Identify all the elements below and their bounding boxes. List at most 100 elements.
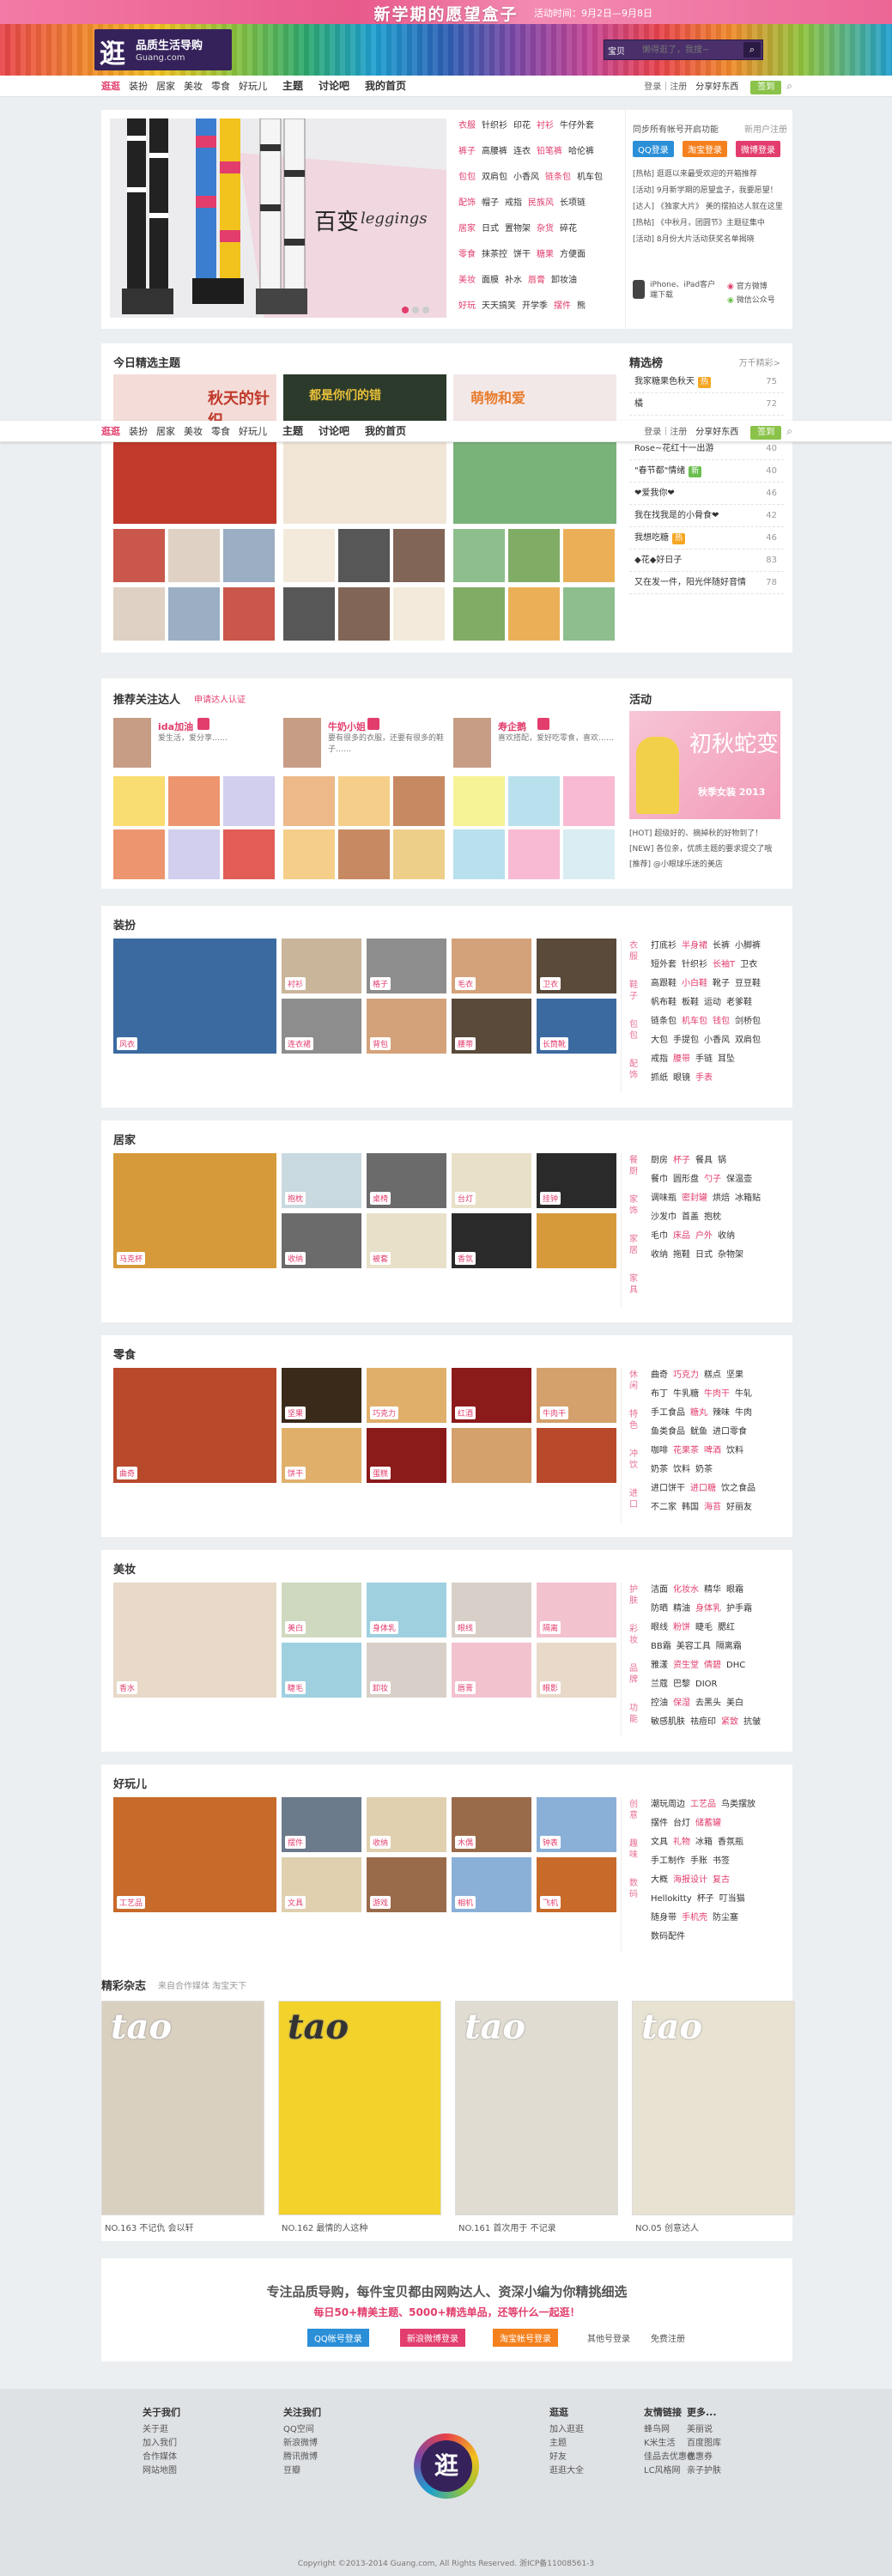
category-word-link[interactable]: Hellokitty bbox=[651, 1890, 692, 1909]
product-thumb[interactable]: 睫毛 bbox=[282, 1643, 361, 1698]
topic-thumb[interactable] bbox=[338, 529, 390, 582]
hero-cat-link[interactable]: 民族风 bbox=[528, 194, 554, 213]
category-word-link[interactable]: 收纳 bbox=[651, 1246, 668, 1265]
category-word-link[interactable]: 数码配件 bbox=[651, 1928, 685, 1947]
category-word-link[interactable]: 戒指 bbox=[651, 1050, 668, 1069]
footer-link[interactable]: 网站地图 bbox=[143, 2464, 180, 2478]
category-word-link[interactable]: DHC bbox=[726, 1656, 745, 1675]
category-word-link[interactable]: 护手霜 bbox=[726, 1600, 752, 1619]
hero-cat-link[interactable]: 方便面 bbox=[560, 246, 586, 264]
product-thumb[interactable]: 挂钟 bbox=[537, 1153, 616, 1208]
news-item[interactable]: [活动] 9月新学期的愿望盒子，我要愿望！ bbox=[633, 183, 787, 199]
talent-item-thumb[interactable] bbox=[453, 776, 505, 826]
category-word-link[interactable]: 美白 bbox=[726, 1694, 743, 1713]
product-thumb[interactable]: 相机 bbox=[452, 1857, 531, 1912]
category-word-link[interactable]: 腮红 bbox=[718, 1619, 735, 1637]
nav-big-0[interactable]: 主题 bbox=[282, 421, 303, 442]
product-thumb[interactable]: 文具 bbox=[282, 1857, 361, 1912]
magazine-cover[interactable]: tao bbox=[632, 2001, 795, 2215]
category-word-link[interactable]: 精油 bbox=[673, 1600, 690, 1619]
hero-cat-link[interactable]: 双肩包 bbox=[482, 168, 507, 187]
hero-cat-link[interactable]: 高腰裤 bbox=[482, 143, 507, 161]
category-word-link[interactable]: 礼物 bbox=[673, 1833, 690, 1852]
category-word-link[interactable]: 拖鞋 bbox=[673, 1246, 690, 1265]
category-word-link[interactable]: 布丁 bbox=[651, 1385, 668, 1404]
category-word-link[interactable]: 进口糖 bbox=[690, 1479, 716, 1498]
product-thumb[interactable]: 台灯 bbox=[452, 1153, 531, 1208]
category-word-link[interactable]: 手工食品 bbox=[651, 1404, 685, 1423]
category-word-link[interactable]: 美容工具 bbox=[677, 1637, 711, 1656]
category-word-link[interactable]: 倩碧 bbox=[704, 1656, 721, 1675]
footer-link[interactable]: 百度图库 bbox=[687, 2437, 721, 2451]
talent-item-thumb[interactable] bbox=[283, 829, 335, 879]
talent-name[interactable]: 牛奶小姐 bbox=[328, 720, 366, 733]
topic-thumb[interactable] bbox=[338, 587, 390, 641]
category-word-link[interactable]: 沙发巾 bbox=[651, 1208, 677, 1227]
hero-cat-link[interactable]: 好玩 bbox=[458, 297, 476, 316]
category-word-link[interactable]: 精华 bbox=[704, 1581, 721, 1600]
category-word-link[interactable]: 长裤 bbox=[713, 937, 730, 956]
talent-item-thumb[interactable] bbox=[113, 829, 165, 879]
activity-banner[interactable]: 初秋蛇变 秋季女装 2013 bbox=[629, 711, 780, 819]
hero-cat-link[interactable]: 开学季 bbox=[522, 297, 548, 316]
free-register-link[interactable]: 免费注册 bbox=[651, 2331, 685, 2344]
category-word-link[interactable]: 奶茶 bbox=[651, 1461, 668, 1479]
hero-cat-link[interactable]: 日式 bbox=[482, 220, 499, 239]
product-thumb[interactable]: 桌椅 bbox=[367, 1153, 446, 1208]
product-thumb[interactable]: 木偶 bbox=[452, 1797, 531, 1852]
category-word-link[interactable]: 首盖 bbox=[682, 1208, 699, 1227]
category-word-link[interactable]: 小白鞋 bbox=[682, 975, 707, 993]
category-word-link[interactable]: 牛肉干 bbox=[704, 1385, 730, 1404]
category-word-link[interactable]: 长袖T bbox=[713, 956, 735, 975]
hero-cat-link[interactable]: 印花 bbox=[513, 117, 531, 136]
product-thumb[interactable]: 眼线 bbox=[452, 1583, 531, 1637]
category-word-link[interactable]: 曲奇 bbox=[651, 1366, 668, 1385]
category-word-link[interactable]: 针织衫 bbox=[682, 956, 707, 975]
topic-thumb[interactable] bbox=[563, 529, 615, 582]
category-word-link[interactable]: DIOR bbox=[695, 1675, 717, 1694]
category-word-link[interactable]: 咖啡 bbox=[651, 1442, 668, 1461]
talent-item-thumb[interactable] bbox=[113, 776, 165, 826]
nav-item-0[interactable]: 逛逛 bbox=[101, 76, 120, 97]
category-word-link[interactable]: 紧致 bbox=[721, 1713, 738, 1732]
category-word-link[interactable]: 板鞋 bbox=[682, 993, 699, 1012]
category-word-link[interactable]: 收纳 bbox=[718, 1227, 735, 1246]
category-word-link[interactable]: 保温壶 bbox=[726, 1170, 752, 1189]
product-thumb[interactable] bbox=[537, 1213, 616, 1268]
category-word-link[interactable]: 卫衣 bbox=[740, 956, 757, 975]
category-word-link[interactable]: 豆豆鞋 bbox=[735, 975, 761, 993]
category-word-link[interactable]: 巴黎 bbox=[673, 1675, 690, 1694]
weibo-login-button[interactable]: 微博登录 bbox=[736, 141, 780, 157]
category-word-link[interactable]: 手链 bbox=[695, 1050, 713, 1069]
category-word-link[interactable]: 耳坠 bbox=[718, 1050, 735, 1069]
hero-cat-link[interactable]: 饼干 bbox=[513, 246, 531, 264]
category-word-link[interactable]: 老爹鞋 bbox=[726, 993, 752, 1012]
category-word-link[interactable]: 床品 bbox=[673, 1227, 690, 1246]
category-word-link[interactable]: 牛肉 bbox=[735, 1404, 752, 1423]
category-word-link[interactable]: 手机壳 bbox=[682, 1909, 707, 1928]
hero-cat-link[interactable]: 唇膏 bbox=[528, 271, 545, 290]
topic-thumb[interactable] bbox=[223, 587, 275, 641]
category-word-link[interactable]: 好丽友 bbox=[726, 1498, 752, 1517]
hero-cat-link[interactable]: 链条包 bbox=[545, 168, 571, 187]
section-hero-image[interactable]: 曲奇 bbox=[113, 1368, 276, 1483]
category-word-link[interactable]: 冰箱贴 bbox=[735, 1189, 761, 1208]
talent-avatar[interactable] bbox=[113, 718, 151, 768]
category-word-link[interactable]: 半身裙 bbox=[682, 937, 707, 956]
qq-login-button[interactable]: QQ登录 bbox=[633, 141, 674, 157]
rank-item[interactable]: "春节都"情绪新 40 bbox=[629, 460, 784, 483]
category-word-link[interactable]: 户外 bbox=[695, 1227, 713, 1246]
topic-thumb[interactable] bbox=[393, 587, 445, 641]
activity-news-item[interactable]: [NEW] 各位亲，优质主题的要求提交了哦 bbox=[629, 841, 784, 857]
taobao-login-button[interactable]: 淘宝登录 bbox=[683, 141, 727, 157]
hero-cat-link[interactable]: 连衣 bbox=[513, 143, 531, 161]
talent-item-thumb[interactable] bbox=[453, 829, 505, 879]
talent-item-thumb[interactable] bbox=[563, 829, 615, 879]
footer-link[interactable]: 豆瓣 bbox=[283, 2464, 321, 2478]
nav-item-0[interactable]: 逛逛 bbox=[101, 421, 120, 442]
hero-cat-link[interactable]: 美妆 bbox=[458, 271, 476, 290]
product-thumb[interactable]: 格子 bbox=[367, 939, 446, 993]
category-word-link[interactable]: 餐巾 bbox=[651, 1170, 668, 1189]
topic-thumb[interactable] bbox=[563, 587, 615, 641]
hero-cat-link[interactable]: 牛仔外套 bbox=[560, 117, 594, 136]
